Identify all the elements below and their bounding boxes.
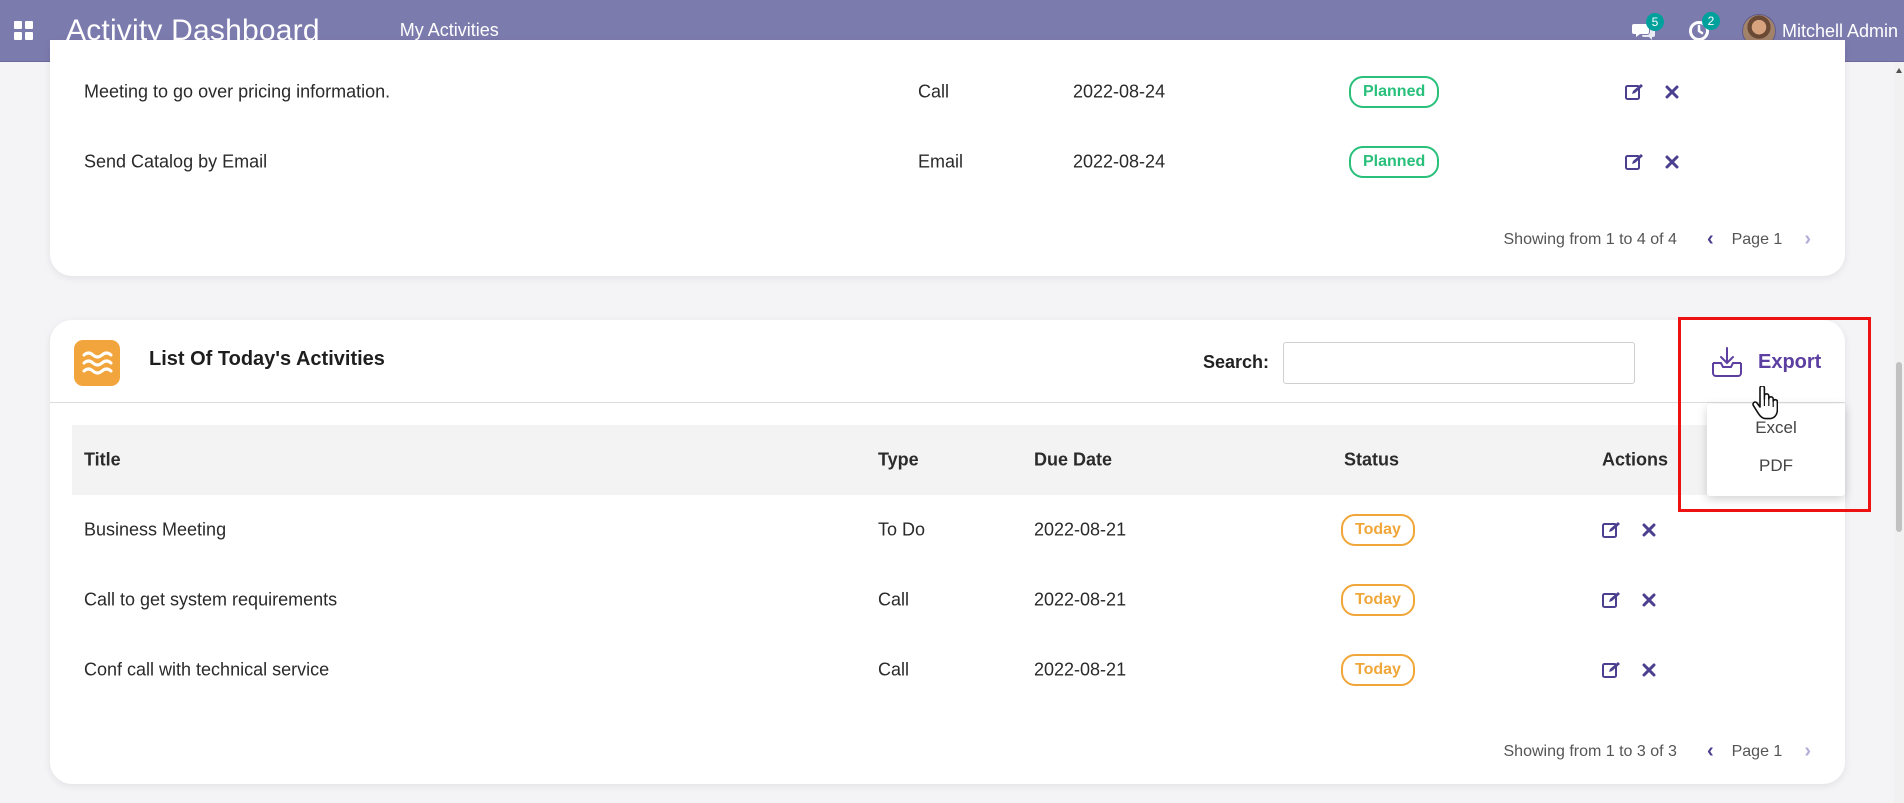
chevron-right-icon[interactable]: › (1804, 740, 1811, 763)
activity-title: Send Catalog by Email (84, 151, 268, 172)
status-badge: Today (1341, 514, 1415, 546)
table-row: Send Catalog by Email Email 2022-08-24 P… (50, 127, 1845, 197)
status-badge: Today (1341, 584, 1415, 616)
activity-due-date: 2022-08-21 (1034, 659, 1127, 680)
chevron-right-icon[interactable]: › (1804, 228, 1811, 251)
scrollbar-thumb[interactable] (1896, 362, 1902, 532)
page-scrollbar[interactable] (1894, 62, 1904, 803)
upcoming-activities-card: Meeting to go over pricing information. … (50, 40, 1845, 276)
activities-button[interactable]: 2 (1688, 12, 1720, 42)
edit-icon[interactable] (1602, 661, 1622, 679)
column-type[interactable]: Type (878, 450, 919, 471)
page-number: Page 1 (1731, 230, 1783, 248)
close-x-icon[interactable] (1665, 85, 1679, 99)
close-x-icon[interactable] (1642, 663, 1656, 677)
edit-icon[interactable] (1625, 153, 1645, 171)
pagination-summary: Showing from 1 to 3 of 3 (1503, 742, 1677, 760)
status-badge: Planned (1349, 146, 1440, 178)
table-row: Conf call with technical service Call 20… (50, 635, 1845, 705)
edit-icon[interactable] (1625, 83, 1645, 101)
activity-due-date: 2022-08-21 (1034, 519, 1127, 540)
table-row: Call to get system requirements Call 202… (50, 565, 1845, 635)
todays-activities-card: List Of Today's Activities Search: Expor… (50, 320, 1845, 784)
messages-button[interactable]: 5 (1631, 13, 1664, 41)
activity-type: Call (918, 81, 950, 102)
chevron-left-icon[interactable]: ‹ (1707, 740, 1714, 763)
table-row: Meeting to go over pricing information. … (50, 57, 1845, 127)
close-x-icon[interactable] (1642, 593, 1656, 607)
scroll-up-arrow-icon[interactable] (1896, 68, 1902, 73)
column-title[interactable]: Title (84, 450, 121, 471)
user-name: Mitchell Admin (1781, 20, 1898, 41)
table-header: Title Type Due Date Status Actions (72, 425, 1845, 495)
card-header: List Of Today's Activities Search: Expor… (50, 320, 1845, 403)
close-x-icon[interactable] (1642, 523, 1656, 537)
search-input[interactable] (1283, 342, 1635, 384)
edit-icon[interactable] (1602, 521, 1622, 539)
activity-title: Call to get system requirements (84, 589, 338, 610)
messages-count-badge: 5 (1645, 13, 1664, 31)
activities-count-badge: 2 (1701, 12, 1720, 30)
table-row: Business Meeting To Do 2022-08-21 Today (50, 495, 1845, 565)
waves-icon (74, 340, 120, 386)
activity-title: Meeting to go over pricing information. (84, 81, 391, 102)
card-title: List Of Today's Activities (149, 348, 385, 370)
activity-title: Conf call with technical service (84, 659, 330, 680)
page-number: Page 1 (1731, 742, 1783, 760)
pagination: Showing from 1 to 4 of 4 ‹ Page 1 › (1504, 228, 1812, 251)
activity-type: Email (918, 151, 964, 172)
hand-pointer-icon (1752, 386, 1778, 420)
column-actions: Actions (1602, 449, 1669, 470)
column-due-date[interactable]: Due Date (1034, 450, 1112, 471)
status-badge: Planned (1349, 76, 1440, 108)
close-x-icon[interactable] (1665, 155, 1679, 169)
status-badge: Today (1341, 654, 1415, 686)
column-status[interactable]: Status (1344, 450, 1399, 471)
activity-title: Business Meeting (84, 519, 227, 540)
activity-type: Call (878, 659, 910, 680)
pagination: Showing from 1 to 3 of 3 ‹ Page 1 › (1504, 740, 1812, 763)
search-label: Search: (1203, 352, 1270, 372)
apps-grid-icon[interactable] (14, 20, 34, 41)
activity-due-date: 2022-08-24 (1073, 151, 1166, 172)
activity-type: Call (878, 589, 910, 610)
activity-type: To Do (878, 519, 926, 540)
activity-due-date: 2022-08-21 (1034, 589, 1127, 610)
pagination-summary: Showing from 1 to 4 of 4 (1503, 230, 1677, 248)
chevron-left-icon[interactable]: ‹ (1707, 228, 1714, 251)
activity-due-date: 2022-08-24 (1073, 81, 1166, 102)
menu-my-activities[interactable]: My Activities (400, 20, 499, 41)
edit-icon[interactable] (1602, 591, 1622, 609)
